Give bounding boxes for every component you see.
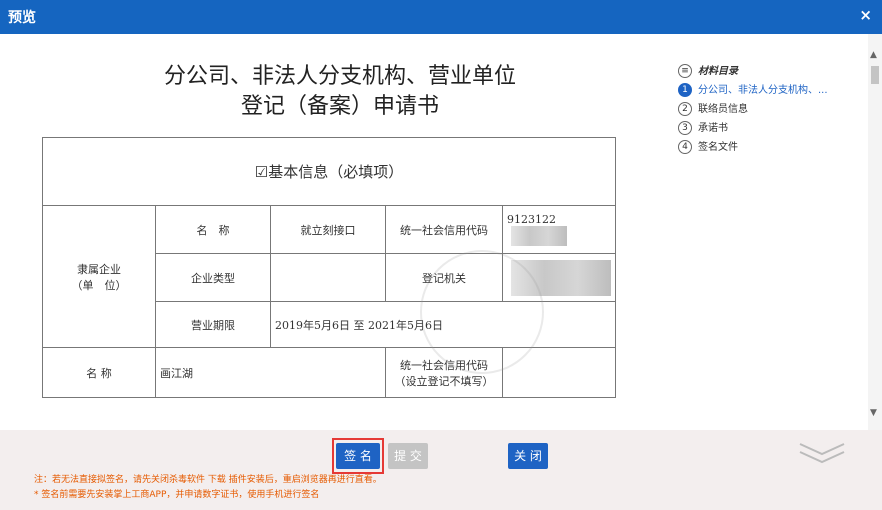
term-label: 营业期限 xyxy=(155,301,271,348)
application-form-table: ☑基本信息（必填项） 隶属企业 （单 位） 名 称 就立刻接口 统一社会信用代码… xyxy=(41,137,617,398)
section-header: ☑基本信息（必填项） xyxy=(41,137,617,206)
scroll-thumb[interactable] xyxy=(871,66,879,84)
collapse-chevron-icon[interactable] xyxy=(796,440,848,466)
sign-button[interactable]: 签 名 xyxy=(336,443,380,469)
title-bar: 预览 × xyxy=(0,0,882,34)
name-value: 就立刻接口 xyxy=(270,205,386,254)
scroll-down-icon[interactable]: ▼ xyxy=(870,408,877,418)
branch-name-value: 画江湖 xyxy=(155,347,386,398)
toc-header: ≡ 材料目录 xyxy=(678,62,828,81)
toc-item[interactable]: 1 分公司、非法人分支机构、... xyxy=(678,81,828,100)
type-label: 企业类型 xyxy=(155,253,271,302)
window-title: 预览 xyxy=(8,10,36,26)
list-icon: ≡ xyxy=(678,64,692,78)
branch-name-label: 名 称 xyxy=(42,347,156,398)
parent-entity-label: 隶属企业 （单 位） xyxy=(42,205,156,348)
vertical-scrollbar[interactable]: ▲ ▼ xyxy=(868,34,882,430)
redacted-block xyxy=(511,226,567,246)
document-title-line2: 登记（备案）申请书 xyxy=(240,94,439,119)
close-icon[interactable]: × xyxy=(859,6,872,24)
credit-code-cell: 9123122 xyxy=(501,205,617,254)
watermark-seal xyxy=(420,250,544,374)
type-value xyxy=(270,253,386,302)
footer-note-1: 注：若无法直接拟签名，请先关闭杀毒软件 下载 插件安装后，重启浏览器再进行直看。 xyxy=(34,475,382,485)
toc-item[interactable]: 2 联络员信息 xyxy=(678,100,828,119)
scroll-up-icon[interactable]: ▲ xyxy=(870,50,877,60)
toc-item[interactable]: 4 签名文件 xyxy=(678,138,828,157)
credit-code-value: 9123122 xyxy=(507,213,556,226)
close-button[interactable]: 关 闭 xyxy=(508,443,548,469)
submit-button[interactable]: 提 交 xyxy=(388,443,428,469)
credit-code-label: 统一社会信用代码 xyxy=(385,205,503,254)
toc-item[interactable]: 3 承诺书 xyxy=(678,119,828,138)
name-label: 名 称 xyxy=(155,205,271,254)
footer-note-2: * 签名前需要先安装掌上工商APP，并申请数字证书，使用手机进行签名 xyxy=(34,490,320,500)
document-title-line1: 分公司、非法人分支机构、营业单位 xyxy=(163,64,516,89)
materials-toc: ≡ 材料目录 1 分公司、非法人分支机构、... 2 联络员信息 3 承诺书 4 签名文件 xyxy=(678,62,828,157)
